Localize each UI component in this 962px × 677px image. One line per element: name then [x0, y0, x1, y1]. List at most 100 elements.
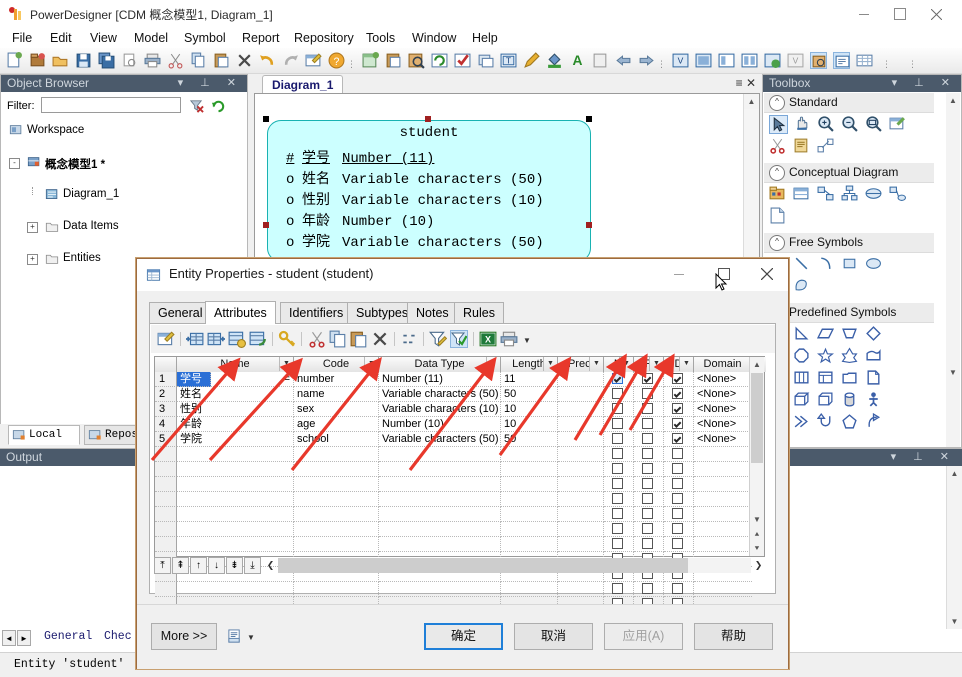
note-icon[interactable]	[793, 137, 812, 156]
undo-icon[interactable]	[259, 52, 276, 69]
cell-primary[interactable]	[634, 417, 664, 432]
cell-empty[interactable]	[558, 462, 604, 477]
checkbox[interactable]	[672, 583, 683, 594]
view-3-icon[interactable]	[718, 52, 735, 69]
filter-edit-icon[interactable]	[428, 330, 448, 348]
arc-icon[interactable]	[817, 255, 836, 274]
cell-empty[interactable]	[634, 582, 664, 597]
grid-col-data-type-dropdown[interactable]: ▼	[486, 357, 500, 371]
cell-empty[interactable]	[294, 477, 379, 492]
cell-empty[interactable]	[501, 447, 558, 462]
cell-empty[interactable]	[664, 537, 694, 552]
cell-empty[interactable]	[664, 582, 694, 597]
new-package-icon[interactable]	[29, 52, 46, 69]
diamond-icon[interactable]	[865, 325, 884, 344]
hscroll-left-arrow[interactable]: ❮	[264, 558, 277, 573]
find-objects-icon[interactable]	[408, 52, 425, 69]
refresh-icon[interactable]	[431, 52, 448, 69]
dialog-close-button[interactable]	[749, 259, 785, 289]
rectangle-icon[interactable]	[841, 255, 860, 274]
check-model-icon[interactable]	[454, 52, 471, 69]
pencil-icon[interactable]	[523, 52, 540, 69]
output-tab-prev[interactable]: ◄	[2, 630, 16, 646]
star6-icon[interactable]	[841, 347, 860, 366]
checkbox[interactable]	[642, 493, 653, 504]
cell-data-type[interactable]: Number (11)	[379, 372, 501, 387]
cell-code[interactable]: name	[294, 387, 379, 402]
columns-icon[interactable]	[793, 369, 812, 388]
tree-expander-model[interactable]: -	[9, 158, 20, 169]
save-icon[interactable]	[75, 52, 92, 69]
cell-empty[interactable]	[664, 477, 694, 492]
cell-precision[interactable]	[558, 387, 604, 402]
tab-local[interactable]: Local	[8, 425, 80, 445]
window-maximize-button[interactable]	[882, 0, 918, 28]
cut-icon[interactable]	[308, 330, 326, 348]
toolbar-overflow-3[interactable]: ⋮	[882, 60, 891, 69]
table-row[interactable]: 4 年龄 age Number (10) 10 <None>	[155, 417, 764, 432]
add-object-icon[interactable]	[228, 330, 246, 348]
cell-domain[interactable]: <None>	[694, 432, 752, 447]
add-row-icon[interactable]	[186, 330, 204, 348]
view-5-icon[interactable]	[764, 52, 781, 69]
cell-empty[interactable]	[501, 537, 558, 552]
print-preview-icon[interactable]	[121, 52, 138, 69]
move-down-block-icon[interactable]: ⇟	[226, 557, 243, 574]
cell-empty[interactable]	[155, 582, 177, 597]
cell-empty[interactable]	[604, 462, 634, 477]
cell-empty[interactable]	[634, 507, 664, 522]
cell-empty[interactable]	[177, 522, 294, 537]
link-icon[interactable]	[817, 137, 836, 156]
tab-rules[interactable]: Rules	[454, 302, 504, 323]
grid-col-name-dropdown[interactable]: ▼	[279, 357, 293, 371]
cell-empty[interactable]	[604, 522, 634, 537]
delete-icon[interactable]	[236, 52, 253, 69]
image-icon[interactable]	[592, 52, 609, 69]
cell-empty[interactable]	[379, 477, 501, 492]
checkbox[interactable]	[642, 583, 653, 594]
dropdown-caret-icon[interactable]: ▼	[523, 336, 531, 345]
table-row-empty[interactable]	[155, 492, 764, 507]
cell-empty[interactable]	[634, 537, 664, 552]
apply-button[interactable]: 应用(A)	[604, 623, 683, 650]
cell-empty[interactable]	[634, 522, 664, 537]
delete-icon[interactable]	[371, 330, 389, 348]
grid-col-name[interactable]: Name ▼	[177, 357, 294, 372]
cell-empty[interactable]	[155, 447, 177, 462]
cell-empty[interactable]	[694, 477, 752, 492]
cube-open-icon[interactable]	[817, 391, 836, 410]
cell-empty[interactable]	[294, 492, 379, 507]
menu-item-tools[interactable]: Tools	[360, 30, 401, 46]
replicate-icon[interactable]	[249, 330, 267, 348]
grid-col-primary[interactable]: P▼	[634, 357, 664, 372]
table-row-empty[interactable]	[155, 537, 764, 552]
fill-color-icon[interactable]	[546, 52, 563, 69]
cell-mandatory[interactable]	[604, 387, 634, 402]
cell-mandatory[interactable]	[604, 432, 634, 447]
person-icon[interactable]	[865, 391, 884, 410]
cell-empty[interactable]	[294, 462, 379, 477]
checkbox[interactable]	[612, 493, 623, 504]
cell-displayed[interactable]	[664, 402, 694, 417]
tab-general[interactable]: General	[149, 302, 212, 323]
document-icon[interactable]	[865, 369, 884, 388]
pan-hand-icon[interactable]	[793, 115, 812, 134]
paste-icon[interactable]	[213, 52, 230, 69]
tab-notes[interactable]: Notes	[407, 302, 458, 323]
file-icon[interactable]	[769, 207, 788, 226]
toolbox-section-free-symbols[interactable]: ^ Free Symbols	[764, 233, 934, 253]
cell-length[interactable]: 10	[501, 402, 558, 417]
view-2-icon[interactable]	[695, 52, 712, 69]
save-all-icon[interactable]	[98, 52, 115, 69]
cell-empty[interactable]	[558, 447, 604, 462]
view-6-icon[interactable]: V	[787, 52, 804, 69]
arrow-right-icon[interactable]	[638, 52, 655, 69]
output-tab-next[interactable]: ►	[17, 630, 31, 646]
cell-empty[interactable]	[501, 582, 558, 597]
cell-empty[interactable]	[694, 522, 752, 537]
print-icon[interactable]	[500, 330, 518, 348]
cell-empty[interactable]	[155, 507, 177, 522]
dash-icon[interactable]	[400, 330, 418, 348]
cell-empty[interactable]	[664, 522, 694, 537]
tree-expander-data-items[interactable]: +	[27, 222, 38, 233]
